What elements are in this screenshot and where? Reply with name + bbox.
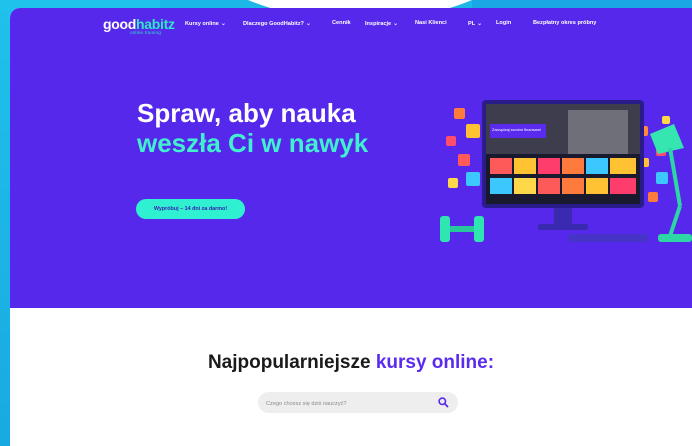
course-search-bar (258, 392, 458, 413)
section-title: Najpopularniejsze kursy online: (10, 352, 692, 374)
nav-label: PL (468, 21, 476, 27)
goodhabitz-logo[interactable]: goodhabitz (103, 17, 175, 31)
hero-headline: Spraw, aby nauka weszła Ci w nawyk (137, 98, 368, 158)
nav-free-trial[interactable]: Bezpłatny okres próbny (533, 20, 596, 26)
nav-label: Bezpłatny okres próbny (533, 20, 597, 26)
headline-line-2: weszła Ci w nawyk (137, 128, 369, 158)
hero-section: goodhabitz online training Kursy online ⌄… (10, 8, 692, 308)
web-page: goodhabitz online training Kursy online ⌄… (10, 8, 692, 446)
free-trial-button[interactable]: Wypróbuj – 14 dni za darmo! (136, 199, 245, 219)
search-icon[interactable] (436, 395, 451, 410)
search-input[interactable] (264, 394, 428, 413)
nav-kursy-online[interactable]: Kursy online ⌄ (185, 20, 226, 27)
nav-dlaczego[interactable]: Dlaczego GoodHabitz? ⌄ (243, 20, 311, 27)
monitor-icon: Zarządzaj swoimi finansami (482, 100, 644, 230)
top-nav: goodhabitz online training Kursy online ⌄… (10, 8, 692, 38)
keyboard (568, 234, 648, 242)
popular-courses-section: Najpopularniejsze kursy online: (10, 308, 692, 446)
title-part-1: Najpopularniejsze (207, 352, 376, 373)
nav-cennik[interactable]: Cennik (332, 20, 351, 26)
chevron-down-icon: ⌄ (305, 21, 311, 27)
nav-label: Cennik (332, 20, 351, 26)
dumbbell-icon (440, 216, 484, 242)
logo-tagline: online training (130, 30, 162, 35)
hero-illustration: Zarządzaj swoimi finansami (440, 100, 692, 242)
nav-language[interactable]: PL ⌄ (468, 20, 482, 27)
nav-inspiracje[interactable]: Inspiracje ⌄ (365, 20, 398, 27)
nav-label: Inspiracje (365, 21, 392, 27)
title-part-2: kursy online: (375, 352, 495, 373)
chevron-down-icon: ⌄ (393, 21, 399, 27)
chevron-down-icon: ⌄ (220, 21, 226, 27)
nav-label: Nasi Klienci (415, 20, 447, 26)
headline-line-1: Spraw, aby nauka (137, 98, 356, 128)
monitor-screen-text: Zarządzaj swoimi finansami (492, 127, 541, 132)
nav-label: Dlaczego GoodHabitz? (243, 21, 304, 27)
chevron-down-icon: ⌄ (477, 21, 483, 27)
nav-nasi-klienci[interactable]: Nasi Klienci (415, 20, 447, 26)
nav-login[interactable]: Login (496, 20, 511, 26)
nav-label: Login (496, 20, 512, 26)
nav-label: Kursy online (185, 21, 219, 27)
